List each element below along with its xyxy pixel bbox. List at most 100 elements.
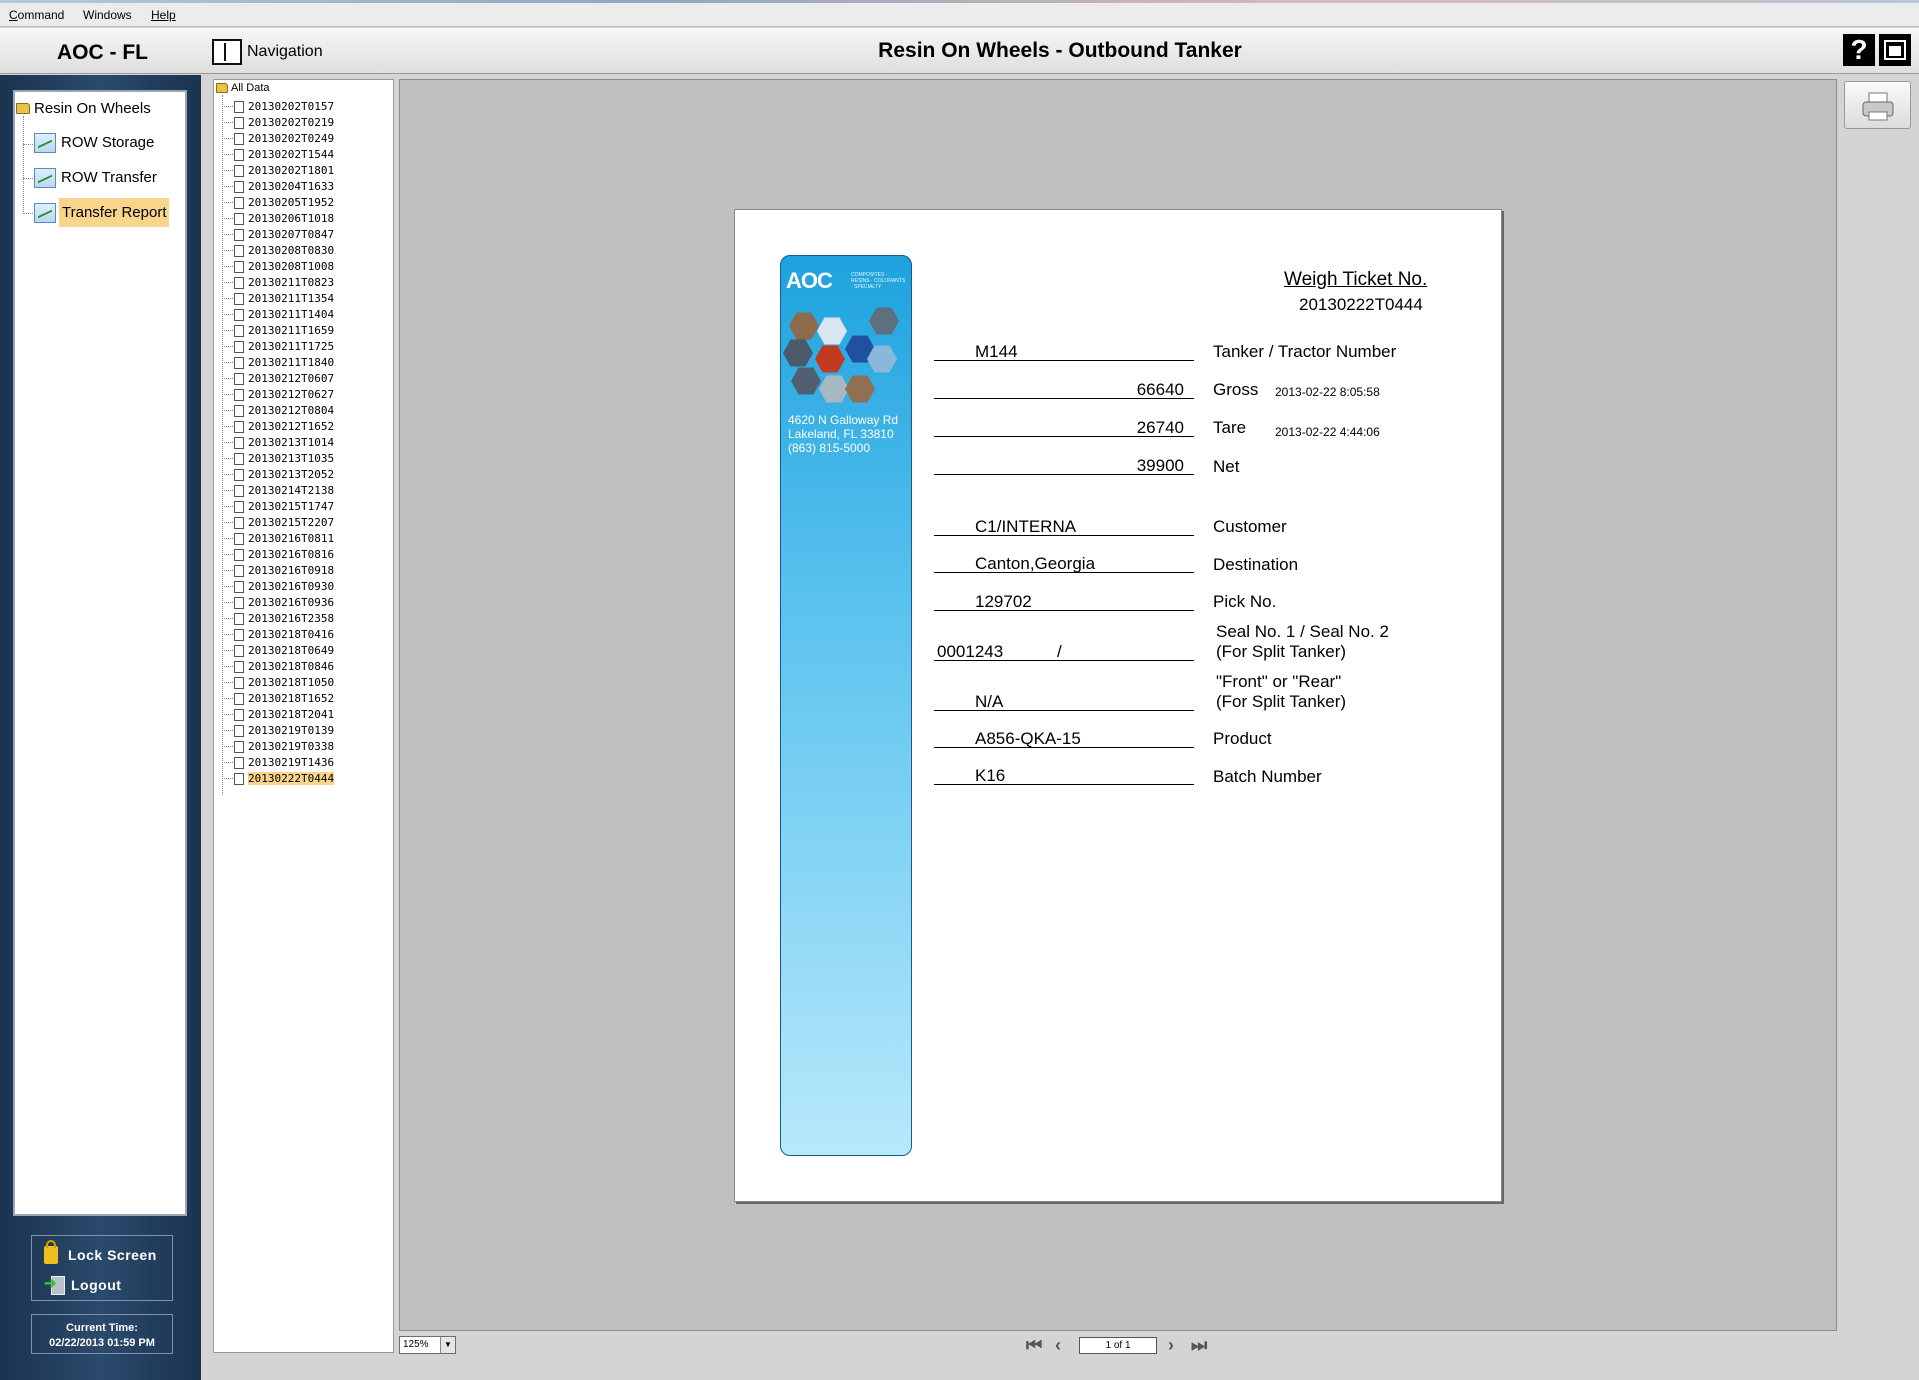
- file-list-item[interactable]: 20130216T0811: [222, 532, 334, 545]
- file-name: 20130214T2138: [248, 484, 335, 497]
- lock-icon: [44, 1240, 58, 1264]
- file-name: 20130222T0444: [248, 772, 335, 785]
- file-list-item[interactable]: 20130207T0847: [222, 228, 334, 241]
- file-list-item[interactable]: 20130216T0816: [222, 548, 334, 561]
- file-list-item[interactable]: 20130205T1952: [222, 196, 334, 209]
- document-icon: [234, 308, 244, 321]
- net-value: 39900: [1136, 456, 1184, 475]
- current-time-label: Current Time:: [66, 1322, 138, 1334]
- document-icon: [234, 148, 244, 161]
- file-list-item[interactable]: 20130212T1652: [222, 420, 334, 433]
- tree-root[interactable]: Resin On Wheels: [16, 100, 151, 117]
- document-icon: [234, 372, 244, 385]
- document-icon: [234, 436, 244, 449]
- file-list-item[interactable]: 20130218T2041: [222, 708, 334, 721]
- logout-button[interactable]: Logout: [44, 1274, 122, 1295]
- file-list-item[interactable]: 20130215T1747: [222, 500, 334, 513]
- file-list-item[interactable]: 20130212T0804: [222, 404, 334, 417]
- document-icon: [234, 756, 244, 769]
- file-list-item[interactable]: 20130218T1652: [222, 692, 334, 705]
- file-list-item[interactable]: 20130202T0249: [222, 132, 334, 145]
- previous-page-icon[interactable]: ‹: [1055, 1335, 1061, 1356]
- pick-label: Pick No.: [1213, 592, 1277, 611]
- address-line: 4620 N Galloway Rd: [788, 413, 899, 427]
- file-list-item[interactable]: 20130204T1633: [222, 180, 334, 193]
- file-list-item[interactable]: 20130211T1840: [222, 356, 334, 369]
- file-list-item[interactable]: 20130222T0444: [222, 772, 335, 785]
- file-list-item[interactable]: 20130219T0338: [222, 740, 334, 753]
- menu-help[interactable]: Help: [151, 8, 176, 22]
- document-icon: [234, 212, 244, 225]
- file-list-item[interactable]: 20130208T1008: [222, 260, 334, 273]
- seal-label: Seal No. 1 / Seal No. 2: [1216, 622, 1389, 641]
- weigh-ticket-page: AOC COMPOSITES · RESINS · COLORANTS · SP…: [734, 209, 1502, 1202]
- file-list-item[interactable]: 20130202T0157: [222, 100, 334, 113]
- file-list-item[interactable]: 20130215T2207: [222, 516, 334, 529]
- file-list-item[interactable]: 20130218T0846: [222, 660, 334, 673]
- tree-item-row-storage[interactable]: ROW Storage: [34, 132, 156, 153]
- file-list-item[interactable]: 20130218T1050: [222, 676, 334, 689]
- navigation-button[interactable]: Navigation: [212, 38, 323, 66]
- file-list-item[interactable]: 20130212T0627: [222, 388, 334, 401]
- tree-root-label: Resin On Wheels: [34, 100, 151, 117]
- file-list-item[interactable]: 20130219T0139: [222, 724, 334, 737]
- document-icon: [234, 660, 244, 673]
- menu-command[interactable]: Command: [9, 8, 64, 22]
- next-page-icon[interactable]: ›: [1168, 1335, 1174, 1356]
- chevron-down-icon[interactable]: ▼: [440, 1337, 455, 1353]
- help-icon[interactable]: ?: [1843, 34, 1875, 66]
- file-list-item[interactable]: 20130218T0649: [222, 644, 334, 657]
- file-name: 20130211T1659: [248, 324, 335, 337]
- document-icon: [234, 564, 244, 577]
- zoom-select[interactable]: 125% ▼: [399, 1336, 456, 1354]
- tree-item-row-transfer[interactable]: ROW Transfer: [34, 167, 159, 188]
- file-list-item[interactable]: 20130213T2052: [222, 468, 334, 481]
- tree-item-transfer-report[interactable]: Transfer Report: [34, 198, 170, 227]
- file-list-item[interactable]: 20130211T1725: [222, 340, 334, 353]
- document-icon: [234, 628, 244, 641]
- file-name: 20130205T1952: [248, 196, 335, 209]
- file-list-item[interactable]: 20130212T0607: [222, 372, 334, 385]
- document-icon: [234, 580, 244, 593]
- file-list-item[interactable]: 20130211T0823: [222, 276, 334, 289]
- title-bar: AOC - FL Navigation Resin On Wheels - Ou…: [0, 28, 1919, 74]
- tanker-label: Tanker / Tractor Number: [1213, 342, 1397, 361]
- file-list-item[interactable]: 20130216T0936: [222, 596, 334, 609]
- document-icon: [234, 244, 244, 257]
- file-list-item[interactable]: 20130214T2138: [222, 484, 334, 497]
- file-list-item[interactable]: 20130213T1014: [222, 436, 334, 449]
- print-button[interactable]: [1844, 81, 1911, 129]
- file-list-item[interactable]: 20130213T1035: [222, 452, 334, 465]
- file-list-item[interactable]: 20130202T0219: [222, 116, 334, 129]
- file-list-item[interactable]: 20130211T1354: [222, 292, 334, 305]
- print-preview-icon[interactable]: [1879, 34, 1911, 66]
- navigation-panel-icon: [212, 39, 242, 65]
- menu-windows[interactable]: Windows: [83, 8, 132, 22]
- file-list-item[interactable]: 20130211T1404: [222, 308, 334, 321]
- lock-screen-button[interactable]: Lock Screen: [44, 1240, 157, 1264]
- page-title: Resin On Wheels - Outbound Tanker: [878, 39, 1242, 62]
- file-list-item[interactable]: 20130211T1659: [222, 324, 334, 337]
- file-list-item[interactable]: 20130202T1801: [222, 164, 334, 177]
- document-icon: [234, 724, 244, 737]
- photo-hex: [869, 307, 899, 335]
- logout-label: Logout: [71, 1277, 122, 1293]
- document-icon: [234, 228, 244, 241]
- gross-label: Gross: [1213, 380, 1259, 399]
- file-list-item[interactable]: 20130216T0930: [222, 580, 334, 593]
- file-list-item[interactable]: 20130216T0918: [222, 564, 334, 577]
- file-list-item[interactable]: 20130208T0830: [222, 244, 334, 257]
- file-list-item[interactable]: 20130202T1544: [222, 148, 334, 161]
- file-list-item[interactable]: 20130206T1018: [222, 212, 334, 225]
- file-list-item[interactable]: 20130216T2358: [222, 612, 334, 625]
- last-page-icon[interactable]: ⏭: [1191, 1335, 1207, 1356]
- page-indicator[interactable]: 1 of 1: [1079, 1337, 1157, 1354]
- file-root[interactable]: All Data: [216, 82, 270, 94]
- first-page-icon[interactable]: ⏮: [1026, 1335, 1042, 1356]
- file-list-item[interactable]: 20130219T1436: [222, 756, 334, 769]
- document-icon: [234, 500, 244, 513]
- document-icon: [234, 772, 244, 785]
- document-icon: [234, 132, 244, 145]
- file-list-item[interactable]: 20130218T0416: [222, 628, 334, 641]
- document-icon: [234, 196, 244, 209]
